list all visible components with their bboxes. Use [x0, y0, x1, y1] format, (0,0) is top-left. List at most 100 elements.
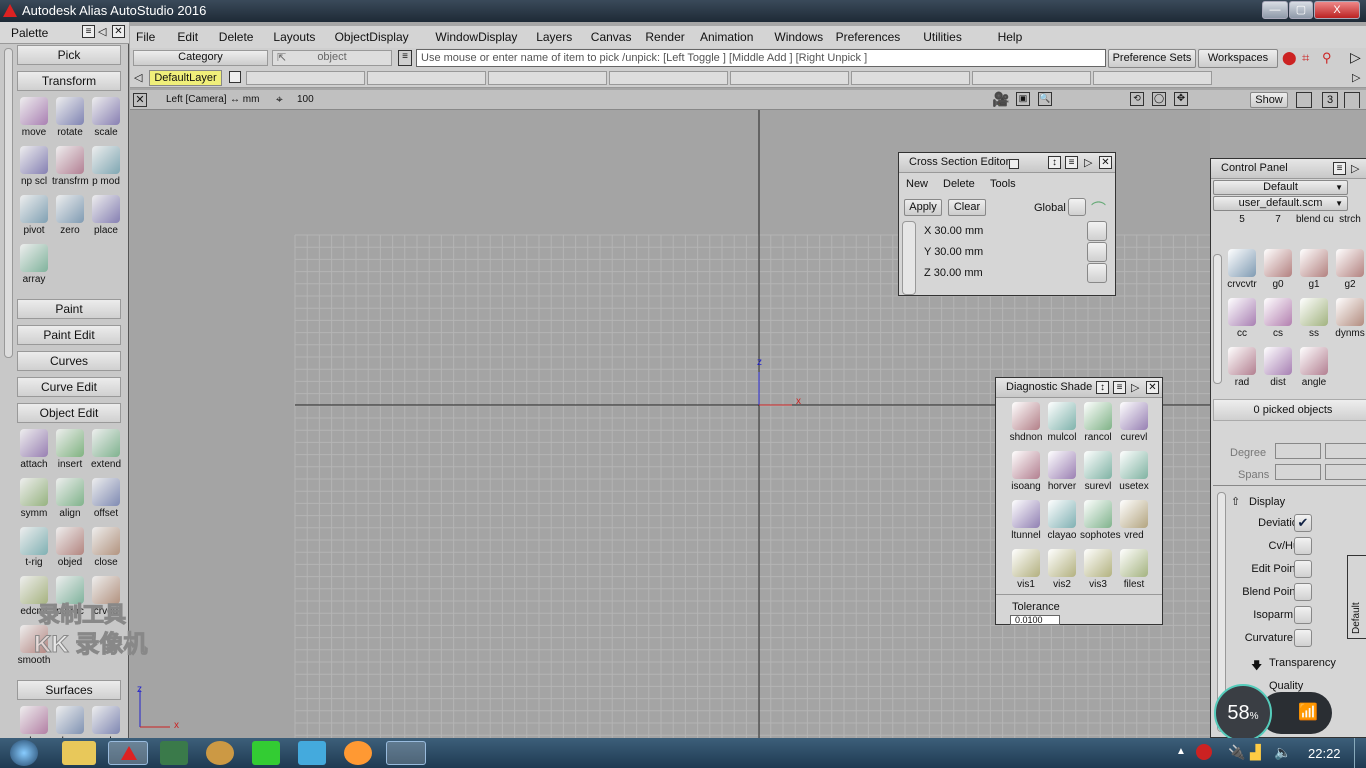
show-desktop-button[interactable] [1354, 738, 1366, 768]
menu-windows[interactable]: Windows [774, 30, 823, 44]
layer-slot[interactable] [609, 71, 728, 85]
shelf-7[interactable]: 7 [1260, 214, 1296, 225]
pick-prompt-input[interactable]: Use mouse or enter name of item to pick … [416, 49, 1106, 67]
close-icon[interactable]: ✕ [112, 25, 125, 38]
option-edit-points-checkbox[interactable] [1294, 560, 1312, 578]
menu-icon[interactable]: ≡ [82, 25, 95, 38]
minimize-button[interactable]: — [1262, 1, 1288, 19]
shade-ltunnel[interactable]: ltunnel [1008, 500, 1044, 541]
tool-attach[interactable]: attach [16, 429, 52, 470]
cross-section-curve-icon[interactable]: ⌒ [1091, 198, 1106, 219]
shade-sophotes[interactable]: sophotes [1080, 500, 1121, 541]
taskbar-paint-icon[interactable] [344, 741, 372, 765]
palette-section-paint[interactable]: Paint [17, 299, 121, 319]
taskbar-player-icon[interactable] [298, 741, 326, 765]
menu-render[interactable]: Render [645, 30, 684, 44]
category-dropdown[interactable]: Category [133, 50, 268, 66]
option-blend-points-checkbox[interactable] [1294, 583, 1312, 601]
preference-sets-button[interactable]: Preference Sets [1108, 49, 1196, 68]
layer-slot[interactable] [972, 71, 1091, 85]
taskbar-recorder-icon[interactable] [386, 741, 426, 765]
tool-np-scl[interactable]: np scl [16, 146, 52, 187]
clock[interactable]: 22:22 [1308, 746, 1341, 761]
display-section-header[interactable]: Display [1249, 496, 1285, 508]
zoom-icon[interactable]: 🔍 [1038, 92, 1052, 106]
tool-extend[interactable]: extend [88, 429, 124, 470]
ruler-icon[interactable] [1296, 92, 1312, 108]
menu-icon[interactable]: ≡ [1333, 162, 1346, 175]
tool-align[interactable]: align [52, 478, 88, 519]
global-checkbox[interactable] [1068, 198, 1086, 216]
apply-button[interactable]: Apply [904, 199, 942, 216]
tool-array[interactable]: array [16, 244, 52, 285]
tool-scale[interactable]: scale [88, 97, 124, 138]
record-camera-icon[interactable]: ▣ [1016, 92, 1030, 106]
layer-visibility-checkbox[interactable] [229, 71, 241, 83]
transparency-section[interactable]: Transparency [1269, 657, 1336, 669]
tool-close[interactable]: close [88, 527, 124, 568]
menu-delete[interactable]: Delete [943, 178, 975, 190]
cse-row-y[interactable]: Y 30.00 mm [924, 246, 983, 258]
menu-utilities[interactable]: Utilities [923, 30, 962, 44]
cp-scrollbar[interactable] [1213, 254, 1222, 384]
tray-recorder-icon[interactable] [1196, 744, 1212, 760]
tool-offset[interactable]: offset [88, 478, 124, 519]
menu-tools[interactable]: Tools [990, 178, 1016, 190]
taskbar-app-icon[interactable] [160, 741, 188, 765]
shade-mulcol[interactable]: mulcol [1044, 402, 1080, 443]
menu-animation[interactable]: Animation [700, 30, 753, 44]
shade-isoang[interactable]: isoang [1008, 451, 1044, 492]
shade-surevl[interactable]: surevl [1080, 451, 1116, 492]
resize-icon[interactable]: ↕ [1048, 156, 1061, 169]
shelf-crvcvtr[interactable]: crvcvtr [1224, 249, 1260, 290]
expand-down-icon[interactable]: 🡇 [1251, 657, 1262, 676]
quad-view-button[interactable]: 3 [1322, 92, 1338, 108]
menu-layouts[interactable]: Layouts [273, 30, 315, 44]
palette-scrollbar[interactable] [4, 48, 13, 358]
scroll-right-icon[interactable]: ▷ [1352, 71, 1360, 84]
volume-icon[interactable]: 🔈 [1274, 744, 1291, 761]
pick-cv-icon[interactable]: ⬤ [1282, 50, 1297, 66]
shelf-strch[interactable]: strch [1332, 214, 1366, 225]
cse-row-x[interactable]: X 30.00 mm [924, 225, 983, 237]
tool-zero[interactable]: zero [52, 195, 88, 236]
shelf-cs[interactable]: cs [1260, 298, 1296, 339]
tool-p-mod[interactable]: p mod [88, 146, 124, 187]
tool-objed[interactable]: objed [52, 527, 88, 568]
scroll-left-icon[interactable]: ◁ [134, 71, 142, 84]
menu-file[interactable]: File [136, 30, 155, 44]
clear-button[interactable]: Clear [948, 199, 986, 216]
tool-symm[interactable]: symm [16, 478, 52, 519]
cse-row-toggle[interactable] [1087, 263, 1107, 283]
minimize-icon[interactable] [1009, 159, 1019, 169]
fit-icon[interactable]: ◯ [1152, 92, 1166, 106]
menu-canvas[interactable]: Canvas [591, 30, 632, 44]
show-button[interactable]: Show [1250, 92, 1288, 108]
tool-transfrm[interactable]: transfrm [52, 146, 89, 187]
object-pick-field[interactable]: ⇱ object [272, 50, 392, 66]
tumble-icon[interactable]: ⟲ [1130, 92, 1144, 106]
tool-rotate[interactable]: rotate [52, 97, 88, 138]
shelf-file-dropdown[interactable]: user_default.scm ▼ [1213, 196, 1348, 211]
menu-icon[interactable]: ≡ [1113, 381, 1126, 394]
power-icon[interactable]: 🔌 [1228, 744, 1245, 761]
shade-vis3[interactable]: vis3 [1080, 549, 1116, 590]
preset-dropdown[interactable]: Default ▼ [1213, 180, 1348, 195]
option-isoparm-u-checkbox[interactable] [1294, 606, 1312, 624]
cse-scrollbar[interactable] [902, 221, 916, 295]
shelf-rad[interactable]: rad [1224, 347, 1260, 388]
option-curvature-u-checkbox[interactable] [1294, 629, 1312, 647]
shelf-cc[interactable]: cc [1224, 298, 1260, 339]
taskbar-alias-icon[interactable] [108, 741, 148, 765]
shade-vis1[interactable]: vis1 [1008, 549, 1044, 590]
palette-section-surfaces[interactable]: Surfaces [17, 680, 121, 700]
default-layer[interactable]: DefaultLayer [149, 70, 222, 86]
cse-row-z[interactable]: Z 30.00 mm [924, 267, 983, 279]
palette-section-transform[interactable]: Transform [17, 71, 121, 91]
viewport-close-icon[interactable]: ✕ [133, 93, 147, 107]
shelf-g0[interactable]: g0 [1260, 249, 1296, 290]
expand-right-icon[interactable]: ▷ [1350, 49, 1361, 66]
shade-rancol[interactable]: rancol [1080, 402, 1116, 443]
collapse-left-icon[interactable]: ◁ [98, 25, 106, 38]
option-cv-hull-checkbox[interactable] [1294, 537, 1312, 555]
